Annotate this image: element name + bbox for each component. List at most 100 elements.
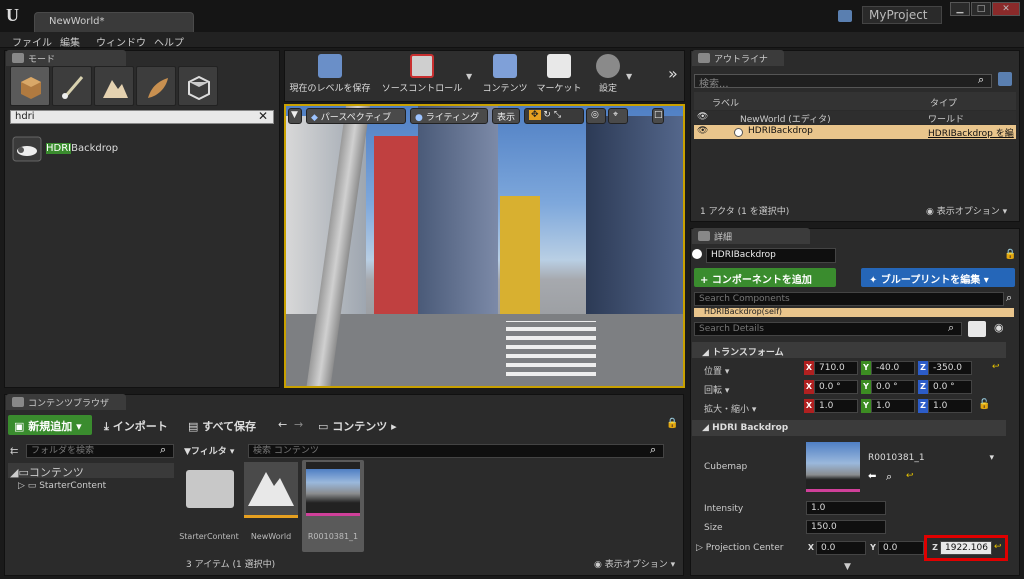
- modes-tab[interactable]: モード: [6, 50, 126, 66]
- reset-to-default-icon[interactable]: ↩: [994, 542, 1002, 552]
- sources-panel-toggle-icon[interactable]: ⇇: [10, 446, 18, 457]
- lock-icon[interactable]: 🔒: [1004, 249, 1016, 260]
- location-x-field[interactable]: 710.0: [814, 361, 858, 375]
- minimize-button[interactable]: ▁: [950, 2, 970, 16]
- lighting-button[interactable]: ● ライティング: [410, 108, 488, 124]
- save-level-button[interactable]: 現在のレベルを保存: [286, 54, 374, 98]
- label-column-header[interactable]: ラベル: [712, 96, 739, 109]
- move-tool-icon[interactable]: ✥: [529, 110, 541, 120]
- rotation-y-field[interactable]: 0.0 °: [871, 380, 915, 394]
- scale-tool-icon[interactable]: ⤡: [554, 110, 561, 120]
- location-y-field[interactable]: -40.0: [871, 361, 915, 375]
- mode-landscape-button[interactable]: [94, 66, 134, 106]
- scale-y-field[interactable]: 1.0: [871, 399, 915, 413]
- save-all-button[interactable]: ▤ すべて保存: [188, 418, 256, 434]
- projection-y-field[interactable]: 0.0: [878, 541, 924, 555]
- surface-snap-icon[interactable]: ⌖: [608, 108, 628, 124]
- rotation-z-field[interactable]: 0.0 °: [928, 380, 972, 394]
- close-button[interactable]: ✕: [992, 2, 1020, 16]
- document-tab[interactable]: NewWorld*: [34, 12, 194, 32]
- import-button[interactable]: ⤓ インポート: [104, 418, 168, 434]
- content-browser-tab[interactable]: コンテンツブラウザ: [6, 394, 126, 410]
- toolbar-overflow-button[interactable]: »: [668, 64, 678, 83]
- menu-window[interactable]: ウィンドウ: [96, 34, 146, 49]
- add-actor-icon[interactable]: [998, 72, 1012, 86]
- root-folder-item[interactable]: ◢▭コンテンツ: [10, 464, 84, 480]
- search-components-input[interactable]: Search Components: [694, 292, 1004, 306]
- visibility-eye-icon[interactable]: 👁: [697, 112, 708, 122]
- actor-name-field[interactable]: HDRIBackdrop: [706, 248, 836, 263]
- show-button[interactable]: 表示: [492, 108, 520, 124]
- settings-dropdown-arrow-icon[interactable]: ▼: [626, 72, 632, 81]
- type-column-header[interactable]: タイプ: [930, 96, 957, 109]
- cubemap-asset-dropdown[interactable]: R0010381_1 ▾: [864, 452, 998, 466]
- transform-section-header[interactable]: ◢ トランスフォーム: [692, 342, 1006, 358]
- modes-search-input[interactable]: hdri: [10, 110, 274, 124]
- perspective-button[interactable]: ◆ パースペクティブ: [306, 108, 406, 124]
- visibility-eye-icon[interactable]: 👁: [697, 126, 708, 136]
- rotate-tool-icon[interactable]: ↻: [543, 110, 551, 120]
- menu-file[interactable]: ファイル: [12, 34, 52, 49]
- content-view-options[interactable]: ◉ 表示オプション ▾: [594, 557, 675, 570]
- nav-forward-icon[interactable]: →: [294, 418, 303, 431]
- edit-blueprint-button[interactable]: ✦ ブループリントを編集 ▾: [861, 268, 1015, 287]
- maximize-button[interactable]: □: [971, 2, 991, 16]
- add-new-button[interactable]: ▣ 新規追加 ▾: [8, 415, 92, 435]
- world-local-toggle-icon[interactable]: ◎: [586, 108, 606, 124]
- mode-foliage-button[interactable]: [136, 66, 176, 106]
- maximize-viewport-icon[interactable]: □: [652, 108, 664, 124]
- source-dropdown-arrow-icon[interactable]: ▼: [466, 72, 472, 81]
- settings-button[interactable]: 設定: [588, 54, 628, 98]
- cubemap-thumbnail[interactable]: [806, 442, 860, 492]
- transform-tools-group[interactable]: ✥ ↻ ⤡: [524, 108, 584, 124]
- outliner-view-options[interactable]: ◉ 表示オプション ▾: [926, 204, 1007, 217]
- use-selected-arrow-icon[interactable]: ⬅: [868, 471, 876, 482]
- source-control-status-icon[interactable]: [838, 10, 852, 22]
- newworld-level-thumbnail[interactable]: [244, 462, 298, 518]
- projection-z-field[interactable]: 1922.106: [940, 541, 992, 555]
- scale-x-field[interactable]: 1.0: [814, 399, 858, 413]
- filter-button[interactable]: ▼フィルタ ▾: [184, 444, 234, 457]
- menu-edit[interactable]: 編集: [60, 34, 80, 49]
- search-details-input[interactable]: Search Details: [694, 322, 962, 336]
- property-matrix-icon[interactable]: [968, 321, 986, 337]
- projection-x-field[interactable]: 0.0: [816, 541, 866, 555]
- mode-place-button[interactable]: [10, 66, 50, 106]
- hdribackdrop-type-link[interactable]: HDRIBackdrop を編: [928, 126, 1014, 139]
- mode-geometry-button[interactable]: [178, 66, 218, 106]
- scale-z-field[interactable]: 1.0: [928, 399, 972, 413]
- outliner-search-input[interactable]: 検索...: [694, 74, 992, 90]
- add-component-button[interactable]: + コンポーネントを追加: [694, 268, 836, 287]
- size-field[interactable]: 150.0: [806, 520, 886, 534]
- reset-to-default-icon[interactable]: ↩: [992, 362, 1000, 372]
- mode-paint-button[interactable]: [52, 66, 92, 106]
- component-self-item[interactable]: HDRIBackdrop(self): [694, 308, 1014, 317]
- content-search-input[interactable]: 検索 コンテンツ: [248, 444, 664, 458]
- details-tab[interactable]: 詳細: [692, 228, 810, 244]
- starter-content-folder-thumbnail[interactable]: [186, 470, 234, 508]
- viewport-options-dropdown-icon[interactable]: ▼: [288, 108, 302, 124]
- hdri-backdrop-list-item[interactable]: HDRIBackdrop: [46, 143, 118, 154]
- source-control-button[interactable]: ソースコントロール: [378, 54, 466, 98]
- hdri-texture-thumbnail[interactable]: [306, 462, 360, 516]
- location-z-field[interactable]: -350.0: [928, 361, 972, 375]
- scroll-down-icon[interactable]: ▼: [844, 562, 851, 572]
- intensity-field[interactable]: 1.0: [806, 501, 886, 515]
- marketplace-button[interactable]: マーケット: [534, 54, 584, 98]
- clear-search-icon[interactable]: ✕: [258, 109, 268, 123]
- scale-lock-icon[interactable]: 🔓: [978, 399, 990, 410]
- folder-search-input[interactable]: フォルダを検索: [26, 444, 174, 458]
- outliner-tab[interactable]: アウトライナ: [692, 50, 784, 66]
- lock-icon[interactable]: 🔒: [666, 418, 678, 429]
- content-button[interactable]: コンテンツ: [480, 54, 530, 98]
- hdri-section-header[interactable]: ◢ HDRI Backdrop: [692, 420, 1006, 436]
- menu-help[interactable]: ヘルプ: [154, 34, 184, 49]
- nav-back-icon[interactable]: ←: [278, 418, 287, 431]
- rotation-x-field[interactable]: 0.0 °: [814, 380, 858, 394]
- reset-to-default-icon[interactable]: ↩: [906, 471, 914, 481]
- path-breadcrumb[interactable]: ▭ コンテンツ ▸: [318, 418, 397, 434]
- level-viewport[interactable]: [284, 104, 685, 388]
- browse-search-icon[interactable]: ⌕: [886, 470, 892, 484]
- visibility-eye-icon[interactable]: ◉: [994, 321, 1004, 334]
- starter-content-folder-item[interactable]: ▷ ▭ StarterContent: [18, 481, 106, 491]
